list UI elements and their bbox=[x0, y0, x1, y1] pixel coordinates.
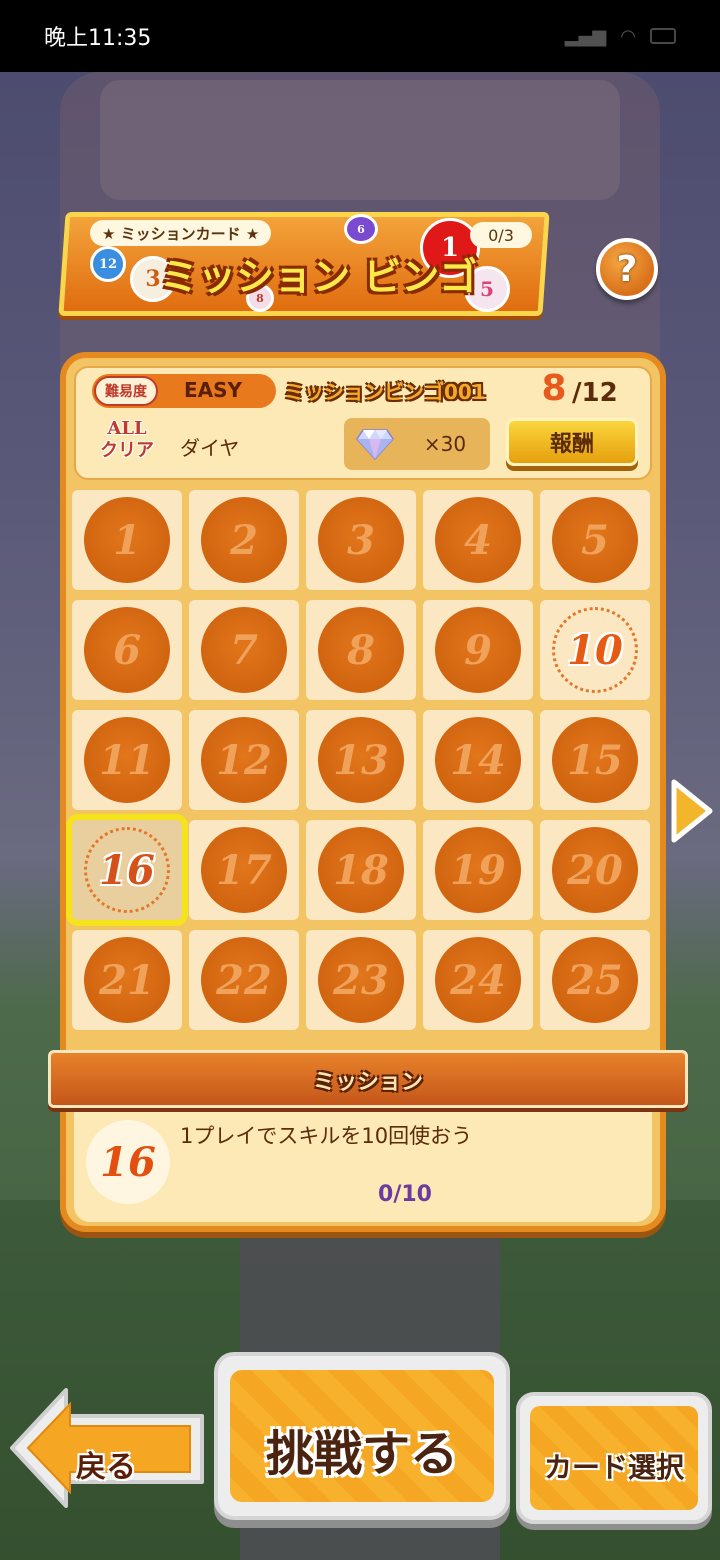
bingo-cell-number: 4 bbox=[435, 497, 521, 583]
status-bar: 晚上11:35 ▂▄▆ ◠ bbox=[0, 0, 720, 72]
bingo-cell-number: 20 bbox=[552, 827, 638, 913]
bingo-cell[interactable]: 21 bbox=[72, 930, 182, 1030]
bingo-cell-number: 2 bbox=[201, 497, 287, 583]
allclear-label-line2: クリア bbox=[100, 440, 154, 461]
bingo-cell-number: 16 bbox=[84, 827, 170, 913]
bingo-cell-number: 5 bbox=[552, 497, 638, 583]
mission-number: 16 bbox=[86, 1120, 170, 1204]
card-count-badge: 0/3 bbox=[470, 222, 532, 248]
reward-quantity: ×30 bbox=[423, 432, 467, 456]
back-button-label: 戻る bbox=[76, 1450, 136, 1485]
bingo-cell-number: 25 bbox=[552, 937, 638, 1023]
progress-current: 8 bbox=[541, 368, 567, 409]
next-card-arrow-icon[interactable] bbox=[668, 778, 714, 844]
signal-icon: ▂▄▆ bbox=[564, 25, 607, 47]
bingo-cell-number: 22 bbox=[201, 937, 287, 1023]
bingo-cell-number: 14 bbox=[435, 717, 521, 803]
bingo-cell[interactable]: 23 bbox=[306, 930, 416, 1030]
allclear-label: ALL クリア bbox=[92, 418, 162, 468]
bingo-cell-number: 12 bbox=[201, 717, 287, 803]
bingo-cell-number: 11 bbox=[84, 717, 170, 803]
bingo-cell-number: 23 bbox=[318, 937, 404, 1023]
page-title: ミッション ビンゴ bbox=[160, 255, 478, 299]
status-icons: ▂▄▆ ◠ bbox=[565, 26, 676, 47]
bingo-cell[interactable]: 20 bbox=[540, 820, 650, 920]
bingo-grid: 1 2 3 4 5 6 7 8 9 10 11 12 13 14 15 16 17 18 19 20 21 22 23 24 2… bbox=[66, 490, 654, 1038]
bingo-cell[interactable]: 1 bbox=[72, 490, 182, 590]
bingo-cell[interactable]: 16 bbox=[66, 814, 188, 926]
status-time: 晚上11:35 bbox=[44, 26, 152, 51]
bingo-cell-number: 8 bbox=[318, 607, 404, 693]
difficulty-label: 難易度 bbox=[94, 376, 158, 406]
bingo-cell[interactable]: 3 bbox=[306, 490, 416, 590]
mission-label: ミッション bbox=[312, 1070, 423, 1095]
bingo-cell-number: 1 bbox=[84, 497, 170, 583]
bingo-cell[interactable]: 17 bbox=[189, 820, 299, 920]
bingo-cell[interactable]: 6 bbox=[72, 600, 182, 700]
bingo-cell[interactable]: 8 bbox=[306, 600, 416, 700]
bingo-cell-number: 3 bbox=[318, 497, 404, 583]
bingo-card-name: ミッションビンゴ001 bbox=[284, 380, 486, 404]
background-roof bbox=[100, 80, 620, 200]
bingo-cell-number: 15 bbox=[552, 717, 638, 803]
bingo-cell[interactable]: 19 bbox=[423, 820, 533, 920]
help-button[interactable]: ? bbox=[596, 238, 658, 300]
diamond-icon bbox=[356, 429, 394, 460]
bingo-cell-number: 19 bbox=[435, 827, 521, 913]
bingo-cell[interactable]: 15 bbox=[540, 710, 650, 810]
bingo-ball-icon: 6 bbox=[344, 214, 378, 244]
mission-card-tag: ★ ミッションカード ★ bbox=[90, 220, 272, 246]
bingo-cell-number: 9 bbox=[435, 607, 521, 693]
bingo-cell[interactable]: 18 bbox=[306, 820, 416, 920]
progress-total: /12 bbox=[572, 378, 618, 408]
bingo-cell[interactable]: 22 bbox=[189, 930, 299, 1030]
bingo-cell[interactable]: 25 bbox=[540, 930, 650, 1030]
difficulty-value: EASY bbox=[183, 378, 243, 402]
bingo-cell-number: 24 bbox=[435, 937, 521, 1023]
bingo-cell[interactable]: 11 bbox=[72, 710, 182, 810]
bingo-ball-icon: 12 bbox=[90, 246, 126, 282]
bingo-cell[interactable]: 2 bbox=[189, 490, 299, 590]
reward-button[interactable]: 報酬 bbox=[506, 418, 638, 466]
bingo-cell[interactable]: 5 bbox=[540, 490, 650, 590]
bingo-cell-number: 18 bbox=[318, 827, 404, 913]
bingo-cell[interactable]: 10 bbox=[540, 600, 650, 700]
bingo-cell[interactable]: 7 bbox=[189, 600, 299, 700]
bingo-cell-number: 10 bbox=[552, 607, 638, 693]
wifi-icon: ◠ bbox=[620, 25, 636, 47]
mission-description: 1プレイでスキルを10回使おう bbox=[180, 1124, 473, 1148]
bingo-cell-number: 6 bbox=[84, 607, 170, 693]
bingo-cell[interactable]: 13 bbox=[306, 710, 416, 810]
bingo-cell[interactable]: 4 bbox=[423, 490, 533, 590]
bingo-cell[interactable]: 24 bbox=[423, 930, 533, 1030]
bingo-cell-number: 21 bbox=[84, 937, 170, 1023]
bingo-cell[interactable]: 14 bbox=[423, 710, 533, 810]
bingo-cell-number: 13 bbox=[318, 717, 404, 803]
bingo-cell[interactable]: 9 bbox=[423, 600, 533, 700]
allclear-label-line1: ALL bbox=[107, 418, 147, 439]
challenge-button-label: 挑戦する bbox=[265, 1426, 458, 1482]
bingo-cell-number: 17 bbox=[201, 827, 287, 913]
bingo-cell[interactable]: 12 bbox=[189, 710, 299, 810]
bingo-cell-number: 7 bbox=[201, 607, 287, 693]
reward-name: ダイヤ bbox=[180, 436, 240, 460]
card-select-button-label: カード選択 bbox=[543, 1451, 684, 1484]
mission-progress: 0/10 bbox=[378, 1182, 432, 1207]
battery-icon bbox=[650, 28, 676, 44]
